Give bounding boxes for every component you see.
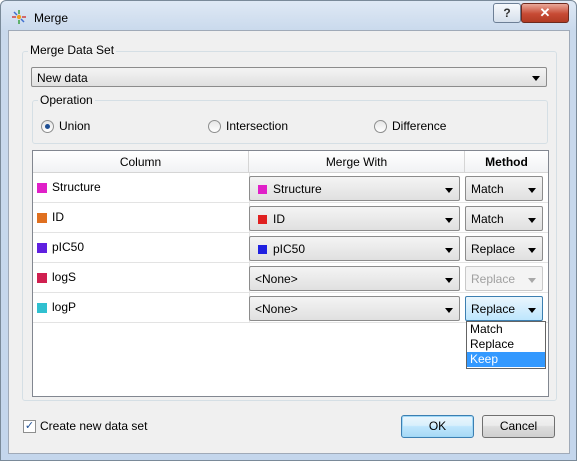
checkmark-icon: ✓ [23,419,36,433]
method-value: Replace [471,302,516,316]
merge-with-combo[interactable]: <None> [249,266,460,291]
radio-difference[interactable]: Difference [374,119,446,133]
table-row: logP <None> Replace [33,293,548,323]
method-value: Match [471,182,504,196]
column-header-method[interactable]: Method [465,151,548,173]
radio-label: Union [59,119,91,133]
column-cell: ID [33,203,250,232]
column-name: logS [52,270,77,284]
chevron-down-icon [445,188,453,193]
method-combo[interactable]: Replace [465,296,543,321]
ok-button[interactable]: OK [401,415,474,438]
table-row: pIC50 pIC50 Replace [33,233,548,263]
dropdown-option-match[interactable]: Match [467,322,545,337]
column-cell: Structure [33,173,250,202]
title-bar: Merge ? ✕ [1,1,576,32]
chevron-down-icon [528,188,536,193]
merge-with-combo[interactable]: pIC50 [249,236,460,261]
radio-label: Difference [392,119,447,133]
column-header-merge-with[interactable]: Merge With [249,151,465,173]
merge-data-set-title: Merge Data Set [28,43,117,57]
operation-group [32,100,548,144]
merge-with-value: <None> [255,272,298,286]
chevron-down-icon [445,218,453,223]
table-row: logS <None> Replace [33,263,548,293]
color-swatch [258,215,267,224]
close-button[interactable]: ✕ [521,3,569,23]
merge-with-combo[interactable]: Structure [249,176,460,201]
help-button[interactable]: ? [493,3,521,23]
chevron-down-icon [445,278,453,283]
color-swatch [37,213,47,223]
dropdown-option-replace[interactable]: Replace [467,337,545,352]
method-value: Replace [471,242,516,256]
column-name: ID [52,210,64,224]
merge-with-value: ID [273,212,285,226]
column-name: logP [52,300,77,314]
radio-icon [374,119,387,133]
radio-icon [208,119,221,133]
table-row: ID ID Match [33,203,548,233]
chevron-down-icon [528,248,536,253]
merge-with-combo[interactable]: <None> [249,296,460,321]
column-name: pIC50 [52,240,85,254]
operation-title: Operation [38,93,95,107]
color-swatch [37,183,47,193]
column-header-column[interactable]: Column [33,151,249,173]
chevron-down-icon [528,218,536,223]
merge-with-value: <None> [255,302,298,316]
color-swatch [37,303,47,313]
chevron-down-icon [528,308,536,313]
method-combo[interactable]: Replace [465,236,543,261]
create-new-data-set-checkbox[interactable]: ✓ Create new data set [23,419,147,433]
color-swatch [37,243,47,253]
app-icon [12,10,26,24]
color-swatch [258,245,267,254]
dropdown-option-keep[interactable]: Keep [467,352,545,367]
radio-icon [41,119,54,133]
chevron-down-icon [445,248,453,253]
merge-with-value: Structure [273,182,322,196]
chevron-down-icon [445,308,453,313]
method-value: Match [471,212,504,226]
color-swatch [258,185,267,194]
column-cell: logP [33,293,250,322]
cancel-button[interactable]: Cancel [482,415,555,438]
color-swatch [37,273,47,283]
method-combo: Replace [465,266,543,291]
method-value: Replace [471,272,516,286]
data-set-value: New data [37,71,88,85]
radio-union[interactable]: Union [41,119,90,133]
chevron-down-icon [532,76,540,81]
column-cell: pIC50 [33,233,250,262]
radio-label: Intersection [226,119,289,133]
data-set-combo[interactable]: New data [31,67,547,87]
radio-intersection[interactable]: Intersection [208,119,288,133]
table-row: Structure Structure Match [33,173,548,203]
window-title: Merge [34,11,69,25]
merge-with-combo[interactable]: ID [249,206,460,231]
chevron-down-icon [528,278,536,283]
checkbox-label: Create new data set [40,419,148,433]
column-name: Structure [52,180,101,194]
merge-with-value: pIC50 [273,242,306,256]
method-combo[interactable]: Match [465,176,543,201]
method-combo[interactable]: Match [465,206,543,231]
method-dropdown-list: Match Replace Keep [466,321,546,369]
column-cell: logS [33,263,250,292]
